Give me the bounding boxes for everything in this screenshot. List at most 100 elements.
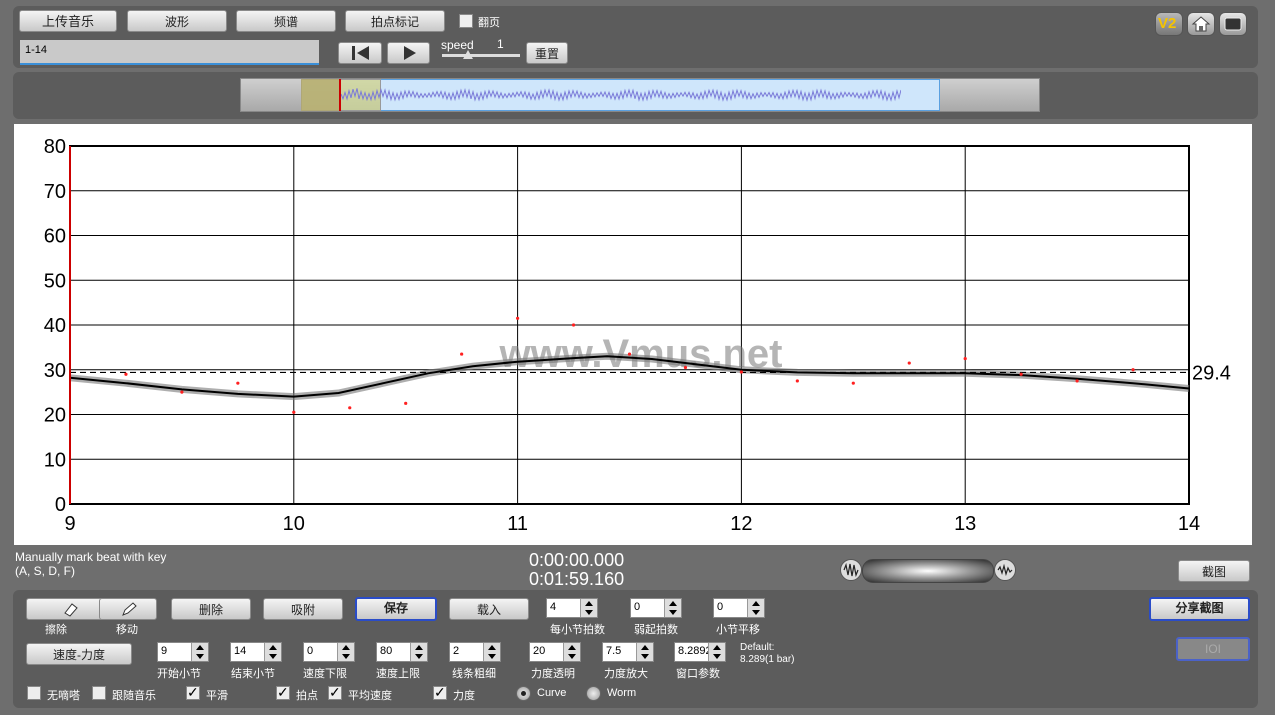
line-width-label: 线条粗细 [452,668,496,680]
waveform-track[interactable] [240,78,1040,112]
ioi-label: IOI [1204,642,1221,656]
dynamics-scale-stepper[interactable]: 7.5 [602,642,654,662]
end-bar-stepper[interactable]: 14 [230,642,282,662]
upload-music-button[interactable]: 上传音乐 [19,10,117,32]
end-bar-label: 结束小节 [231,668,275,680]
y-tick-label: 40 [44,315,66,337]
play-button[interactable] [387,42,430,64]
curve-label: Curve [537,687,567,699]
spectrum-button[interactable]: 频谱 [236,10,336,32]
smooth-checkbox[interactable] [186,684,200,701]
beat-point [963,356,967,361]
stepper-arrows[interactable] [664,599,681,617]
home-icon[interactable] [1187,12,1215,36]
bar-shift-stepper[interactable]: 0 [713,598,765,618]
file-name-field[interactable]: 1-14 [20,40,319,65]
follow-music-label: 跟随音乐 [112,690,156,702]
stepper-arrows[interactable] [337,643,354,661]
pickup-beats-label: 弱起拍数 [634,624,678,636]
beat-point [460,352,464,356]
move-button[interactable] [99,598,157,620]
chart-area: 0 10 20 30 40 50 60 70 80 9 10 11 12 13 14 www.Vmus.net… [14,124,1252,545]
stepper-arrows[interactable] [708,643,725,661]
pencil-icon [122,602,137,616]
beat-point [1075,379,1079,383]
end-bar-value: 14 [234,645,247,657]
wave-in-icon[interactable] [840,559,862,581]
default-line-2: 8.289(1 bar) [740,654,795,665]
fullscreen-icon[interactable] [1219,12,1247,36]
flip-page-label: 翻页 [478,17,500,29]
stepper-arrows[interactable] [580,599,597,617]
stepper-arrows[interactable] [191,643,208,661]
stepper-arrows[interactable] [264,643,281,661]
screenshot-button[interactable]: 截图 [1178,560,1250,582]
dynamics-scale-label: 力度放大 [604,668,648,680]
no-beep-checkbox[interactable] [27,686,41,700]
playhead-cursor[interactable] [339,79,341,111]
tempo-dynamics-mode-button[interactable]: 速度-力度 [26,643,132,665]
beat-points-checkbox[interactable] [276,684,290,701]
stepper-arrows[interactable] [410,643,427,661]
waveform-button[interactable]: 波形 [127,10,227,32]
share-screenshot-button[interactable]: 分享截图 [1149,597,1250,621]
beat-point [124,372,128,376]
beat-mark-button[interactable]: 拍点标记 [345,10,445,32]
stepper-arrows[interactable] [747,599,764,617]
y-tick-label: 70 [44,181,66,203]
start-bar-stepper[interactable]: 9 [157,642,209,662]
x-tick-label: 10 [283,513,305,535]
line-width-stepper[interactable]: 2 [449,642,501,662]
skip-start-icon [352,46,369,60]
worm-label: Worm [607,687,637,699]
speed-slider-thumb[interactable] [463,50,473,59]
start-bar-label: 开始小节 [157,668,201,680]
tempo-min-stepper[interactable]: 0 [303,642,355,662]
y-tick-label: 10 [44,449,66,471]
ioi-button[interactable]: IOI [1176,637,1250,661]
beat-point [627,352,632,356]
window-param-stepper[interactable]: 8.2892 [674,642,726,662]
beat-point [851,381,855,385]
y-tick-label: 60 [44,226,66,248]
bar-shift-label: 小节平移 [716,624,760,636]
dynamics-alpha-stepper[interactable]: 20 [529,642,581,662]
follow-music-checkbox[interactable] [92,686,106,700]
stepper-arrows[interactable] [483,643,500,661]
y-tick-label: 30 [44,360,66,382]
beat-point [795,379,799,383]
v2-icon[interactable]: V2 [1155,12,1183,36]
tempo-chart[interactable]: 010203040506070809 10 11 12 13 14www.Vmus.net… [14,124,1252,545]
speed-slider[interactable] [442,50,520,59]
delete-button[interactable]: 删除 [171,598,251,620]
beat-point [1019,372,1023,376]
curve-radio[interactable] [516,686,531,701]
eraser-icon [64,603,78,617]
load-button[interactable]: 载入 [449,598,529,620]
worm-radio[interactable] [586,686,601,701]
beats-per-bar-stepper[interactable]: 4 [546,598,598,618]
skip-to-start-button[interactable] [338,42,382,64]
beat-point [516,316,520,320]
y-tick-label: 80 [44,136,66,158]
flip-page-checkbox[interactable] [459,14,473,28]
wave-out-icon[interactable] [994,559,1016,581]
average-tempo-checkbox[interactable] [328,684,342,701]
reset-button[interactable]: 重置 [526,42,568,64]
dynamics-alpha-label: 力度透明 [531,668,575,680]
x-tick-label: 12 [730,513,752,535]
play-icon [404,46,416,60]
dynamics-checkbox[interactable] [433,684,447,701]
stepper-arrows[interactable] [563,643,580,661]
pickup-beats-value: 0 [634,601,641,613]
stepper-arrows[interactable] [636,643,653,661]
volume-slider[interactable] [862,559,994,583]
tempo-max-stepper[interactable]: 80 [376,642,428,662]
snap-button[interactable]: 吸附 [263,598,343,620]
y-tick-label: 20 [44,405,66,427]
dynamics-alpha-value: 20 [533,645,546,657]
save-button[interactable]: 保存 [355,597,437,621]
pickup-beats-stepper[interactable]: 0 [630,598,682,618]
dynamics-label: 力度 [453,690,475,702]
no-beep-label: 无嘀嗒 [47,690,80,702]
